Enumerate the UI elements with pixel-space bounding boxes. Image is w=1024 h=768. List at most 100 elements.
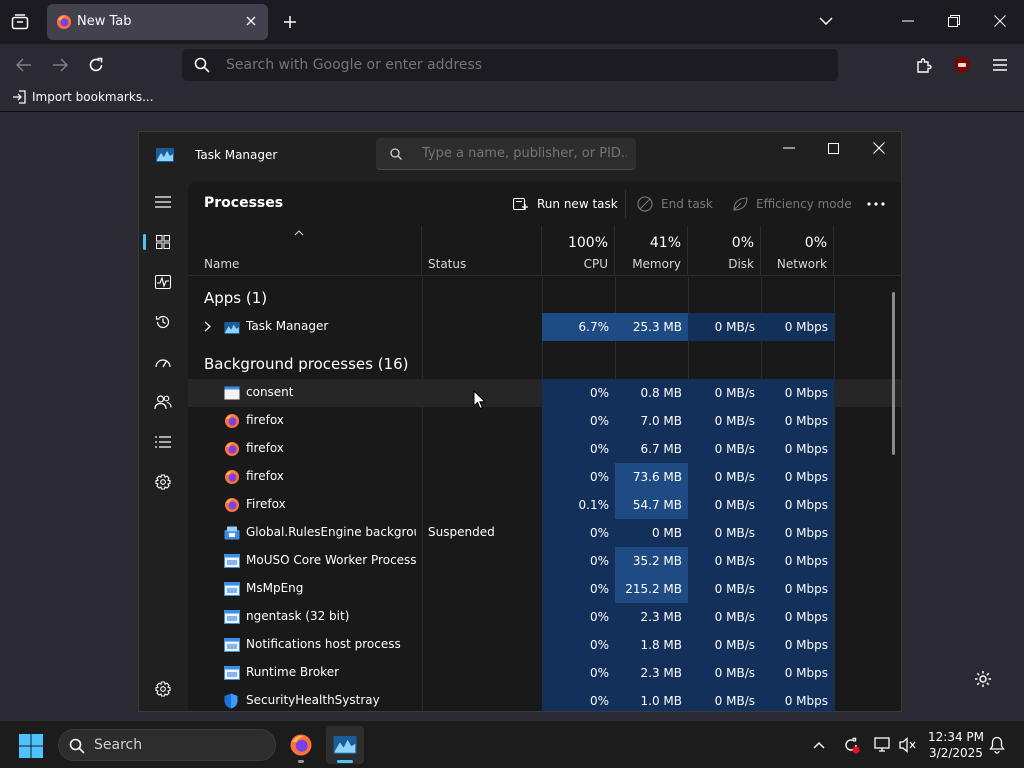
network-total-percent: 0% <box>804 235 827 251</box>
table-row[interactable]: Task Manager 6.7% 25.3 MB 0 MB/s 0 Mbps <box>188 313 901 341</box>
gear-icon <box>155 681 171 697</box>
run-new-task-button[interactable]: Run new task <box>513 192 618 216</box>
taskbar-app-task-manager[interactable] <box>326 726 364 764</box>
show-hidden-icons-button[interactable] <box>808 734 830 756</box>
process-table-header: Name Status 100% CPU 41% Memory 0% Disk <box>188 226 901 276</box>
efficiency-mode-button[interactable]: Efficiency mode <box>732 192 852 216</box>
url-bar[interactable] <box>182 49 838 81</box>
tab-close-button[interactable] <box>243 13 259 29</box>
ublock-extension-button[interactable] <box>950 53 974 77</box>
process-memory: 0 MB <box>615 519 688 547</box>
column-label-disk: Disk <box>728 257 754 271</box>
browser-close-button[interactable] <box>990 11 1010 31</box>
taskbar-search-label: Search <box>94 737 143 753</box>
column-header-name[interactable]: Name <box>188 226 422 276</box>
column-header-status[interactable]: Status <box>422 226 542 276</box>
column-header-network[interactable]: 0% Network <box>761 226 834 276</box>
bookmarks-toolbar: Import bookmarks... <box>0 86 1024 112</box>
close-icon <box>994 15 1006 27</box>
table-row[interactable]: MoUSO Core Worker Process 0% 35.2 MB 0 MB/s… <box>188 547 901 575</box>
sidebar-item-processes[interactable] <box>151 230 175 254</box>
taskbar-app-firefox[interactable] <box>282 726 320 764</box>
app-menu-button[interactable] <box>988 53 1012 77</box>
table-row[interactable]: Runtime Broker 0% 2.3 MB 0 MB/s 0 Mbps <box>188 659 901 687</box>
process-search-box[interactable] <box>376 138 636 170</box>
chevron-right-icon[interactable] <box>204 321 211 332</box>
vertical-scrollbar[interactable] <box>892 292 895 455</box>
end-task-button[interactable]: End task <box>637 192 713 216</box>
process-search-input[interactable] <box>422 138 627 170</box>
chevron-up-icon <box>813 741 825 748</box>
leaf-icon <box>733 197 748 211</box>
table-row[interactable]: Global.RulesEngine backgrou... Suspended 0… <box>188 519 901 547</box>
tab-new-tab[interactable]: New Tab <box>47 4 268 40</box>
back-button[interactable] <box>12 53 36 77</box>
new-tab-settings-button[interactable] <box>972 668 994 690</box>
new-tab-button[interactable] <box>279 11 301 33</box>
table-row[interactable]: firefox 0% 73.6 MB 0 MB/s 0 Mbps <box>188 463 901 491</box>
import-bookmarks-button[interactable]: Import bookmarks... <box>12 90 154 104</box>
sidebar-item-app-history[interactable] <box>151 310 175 334</box>
notifications-button[interactable] <box>986 734 1008 756</box>
table-row[interactable]: firefox 0% 7.0 MB 0 MB/s 0 Mbps <box>188 407 901 435</box>
service-icon <box>224 609 240 625</box>
sidebar-item-services[interactable] <box>151 470 175 494</box>
browser-minimize-button[interactable] <box>898 11 918 31</box>
update-status-icon[interactable] <box>840 734 862 756</box>
network-icon <box>874 737 890 752</box>
table-row[interactable]: MsMpEng 0% 215.2 MB 0 MB/s 0 Mbps <box>188 575 901 603</box>
browser-restore-button[interactable] <box>944 11 964 31</box>
forward-button[interactable] <box>48 53 72 77</box>
process-memory: 73.6 MB <box>615 463 688 491</box>
sidebar-item-users[interactable] <box>151 390 175 414</box>
table-row[interactable]: firefox 0% 6.7 MB 0 MB/s 0 Mbps <box>188 435 901 463</box>
task-manager-close-button[interactable] <box>867 137 891 159</box>
more-options-button[interactable] <box>863 192 889 216</box>
url-input[interactable] <box>226 49 786 81</box>
table-row[interactable]: consent 0% 0.8 MB 0 MB/s 0 Mbps <box>188 379 901 407</box>
column-header-memory[interactable]: 41% Memory <box>615 226 688 276</box>
reload-button[interactable] <box>84 53 108 77</box>
extensions-button[interactable] <box>912 53 936 77</box>
firefox-icon <box>224 469 240 485</box>
end-task-icon <box>637 196 653 212</box>
start-button[interactable] <box>18 733 44 759</box>
efficiency-mode-label: Efficiency mode <box>756 197 852 211</box>
network-status-icon[interactable] <box>872 734 894 756</box>
process-cpu: 0% <box>542 379 615 407</box>
bell-icon <box>989 736 1005 754</box>
sidebar-item-details[interactable] <box>151 430 175 454</box>
process-memory: 215.2 MB <box>615 575 688 603</box>
process-network: 0 Mbps <box>761 379 834 407</box>
task-manager-maximize-button[interactable] <box>821 137 845 159</box>
task-manager-icon <box>224 319 240 335</box>
sidebar-item-settings[interactable] <box>151 677 175 701</box>
column-header-disk[interactable]: 0% Disk <box>688 226 761 276</box>
sidebar-item-performance[interactable] <box>151 270 175 294</box>
disk-total-percent: 0% <box>731 235 754 251</box>
close-icon <box>246 16 256 26</box>
column-header-cpu[interactable]: 100% CPU <box>542 226 615 276</box>
volume-status-icon[interactable] <box>897 734 919 756</box>
tab-overview-button[interactable] <box>8 10 32 34</box>
system-clock[interactable]: 12:34 PM 3/2/2025 <box>920 729 992 761</box>
task-manager-minimize-button[interactable] <box>777 137 801 159</box>
process-name: Global.RulesEngine backgrou... <box>246 525 416 539</box>
sidebar-item-startup-apps[interactable] <box>151 350 175 374</box>
process-cpu: 0% <box>542 547 615 575</box>
sort-ascending-icon <box>294 230 304 236</box>
list-all-tabs-button[interactable] <box>816 11 836 31</box>
taskbar-search-box[interactable]: Search <box>58 729 276 761</box>
process-disk: 0 MB/s <box>688 379 761 407</box>
table-row[interactable]: Firefox 0.1% 54.7 MB 0 MB/s 0 Mbps <box>188 491 901 519</box>
group-header-background: Background processes (16) <box>188 349 901 377</box>
process-network: 0 Mbps <box>761 463 834 491</box>
column-label-name: Name <box>204 257 240 271</box>
table-row[interactable]: ngentask (32 bit) 0% 2.3 MB 0 MB/s 0 Mbps <box>188 603 901 631</box>
puzzle-icon <box>917 58 932 73</box>
table-row[interactable]: SecurityHealthSystray 0% 1.0 MB 0 MB/s 0 Mbp… <box>188 687 901 711</box>
processes-icon <box>156 235 170 249</box>
sidebar-menu-toggle[interactable] <box>151 190 175 214</box>
table-row[interactable]: Notifications host process 0% 1.8 MB 0 MB/s… <box>188 631 901 659</box>
process-name: MsMpEng <box>246 581 304 595</box>
